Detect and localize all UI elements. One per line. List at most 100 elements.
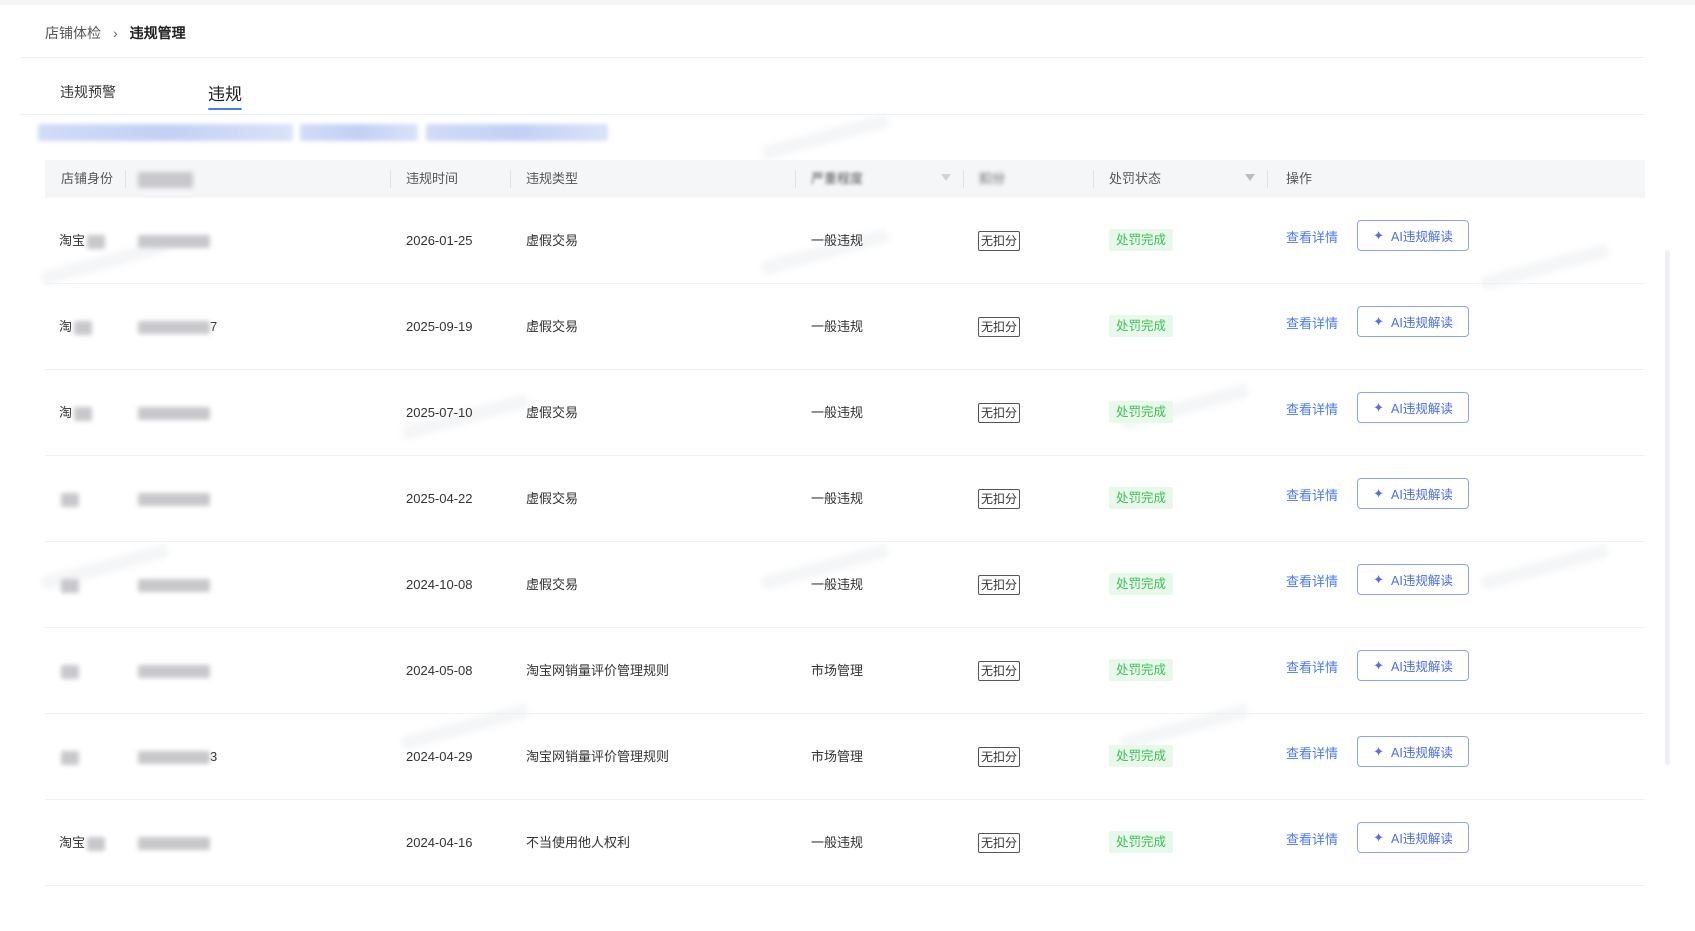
filter-icon[interactable] <box>941 174 951 181</box>
deduction-tag: 无扣分 <box>978 231 1021 251</box>
ai-button-label: AI违规解读 <box>1391 230 1453 244</box>
violation-time: 2025-09-19 <box>406 319 473 334</box>
shop-id <box>138 456 210 541</box>
severity: 一般违规 <box>811 835 864 850</box>
col-penalty-status: 处罚状态 <box>1109 171 1162 186</box>
sparkle-icon: ✦ <box>1373 227 1385 243</box>
shop-id: 3 <box>138 714 217 799</box>
ai-interpret-button[interactable]: ✦ AI违规解读 <box>1357 478 1469 509</box>
redacted-text <box>300 124 418 141</box>
tab-violation-warning[interactable]: 违规预警 <box>60 82 116 102</box>
ai-button-label: AI违规解读 <box>1391 488 1453 502</box>
status-badge: 处罚完成 <box>1109 401 1174 423</box>
shop-platform: 淘宝 <box>59 233 86 248</box>
col-shop-identity: 店铺身份 <box>61 171 114 186</box>
page-scrollbar[interactable] <box>1665 250 1670 765</box>
violation-time: 2024-04-16 <box>406 835 473 850</box>
ai-interpret-button[interactable]: ✦ AI违规解读 <box>1357 736 1469 767</box>
ai-interpret-button[interactable]: ✦ AI违规解读 <box>1357 822 1469 853</box>
status-badge: 处罚完成 <box>1109 229 1174 251</box>
sparkle-icon: ✦ <box>1373 743 1385 759</box>
table-row: 淘 7 2025-09-19 虚假交易 一般违规 无扣分 处罚完成 查看详情 ✦… <box>45 284 1645 370</box>
column-divider <box>125 170 126 188</box>
status-badge: 处罚完成 <box>1109 487 1174 509</box>
ai-button-label: AI违规解读 <box>1391 574 1453 588</box>
shop-identity <box>59 542 79 627</box>
shop-id <box>138 800 210 885</box>
violation-type: 虚假交易 <box>526 577 579 592</box>
status-badge: 处罚完成 <box>1109 745 1174 767</box>
view-detail-link[interactable]: 查看详情 <box>1286 714 1338 799</box>
view-detail-link[interactable]: 查看详情 <box>1286 800 1338 885</box>
ai-button-label: AI违规解读 <box>1391 660 1453 674</box>
status-badge: 处罚完成 <box>1109 573 1174 595</box>
table-row: 2025-04-22 虚假交易 一般违规 无扣分 处罚完成 查看详情 ✦ AI违… <box>45 456 1645 542</box>
table-row: 2024-05-08 淘宝网销量评价管理规则 市场管理 无扣分 处罚完成 查看详… <box>45 628 1645 714</box>
sparkle-icon: ✦ <box>1373 313 1385 329</box>
violation-time: 2024-04-29 <box>406 749 473 764</box>
view-detail-link[interactable]: 查看详情 <box>1286 198 1338 283</box>
view-detail-link[interactable]: 查看详情 <box>1286 456 1338 541</box>
col-redacted <box>138 160 193 198</box>
view-detail-link[interactable]: 查看详情 <box>1286 542 1338 627</box>
violation-time: 2026-01-25 <box>406 233 473 248</box>
breadcrumb-parent[interactable]: 店铺体检 <box>45 23 101 43</box>
shop-platform: 淘宝 <box>59 835 86 850</box>
view-detail-link[interactable]: 查看详情 <box>1286 628 1338 713</box>
tab-label: 违规预警 <box>60 84 116 100</box>
deduction-tag: 无扣分 <box>978 317 1021 337</box>
view-detail-link[interactable]: 查看详情 <box>1286 370 1338 455</box>
violation-type: 虚假交易 <box>526 491 579 506</box>
severity: 一般违规 <box>811 405 864 420</box>
col-violation-time: 违规时间 <box>406 171 459 186</box>
ai-interpret-button[interactable]: ✦ AI违规解读 <box>1357 220 1469 251</box>
breadcrumb-current: 违规管理 <box>129 25 186 41</box>
shop-platform: 淘 <box>59 319 73 334</box>
ai-interpret-button[interactable]: ✦ AI违规解读 <box>1357 564 1469 595</box>
violation-time: 2024-05-08 <box>406 663 473 678</box>
column-divider <box>795 170 796 188</box>
ai-interpret-button[interactable]: ✦ AI违规解读 <box>1357 650 1469 681</box>
table-row: 3 2024-04-29 淘宝网销量评价管理规则 市场管理 无扣分 处罚完成 查… <box>45 714 1645 800</box>
sparkle-icon: ✦ <box>1373 571 1385 587</box>
severity: 市场管理 <box>811 749 864 764</box>
deduction-tag: 无扣分 <box>978 575 1021 595</box>
top-edge <box>0 0 1695 5</box>
violation-time: 2025-04-22 <box>406 491 473 506</box>
deduction-tag: 无扣分 <box>978 489 1021 509</box>
shop-id <box>138 542 210 627</box>
shop-identity: 淘宝 <box>59 800 106 885</box>
col-violation-type: 违规类型 <box>526 171 579 186</box>
shop-identity <box>59 714 79 799</box>
shop-identity <box>59 628 79 713</box>
ai-button-label: AI违规解读 <box>1391 832 1453 846</box>
deduction-tag: 无扣分 <box>978 833 1021 853</box>
col-deduction: 扣分 <box>979 171 1006 186</box>
ai-interpret-button[interactable]: ✦ AI违规解读 <box>1357 392 1469 423</box>
tab-violation[interactable]: 违规 <box>208 80 242 110</box>
severity: 一般违规 <box>811 491 864 506</box>
breadcrumb-separator-icon: › <box>113 25 118 41</box>
shop-id <box>138 628 210 713</box>
table-row: 淘宝 2026-01-25 虚假交易 一般违规 无扣分 处罚完成 查看详情 ✦ … <box>45 198 1645 284</box>
view-detail-link[interactable]: 查看详情 <box>1286 284 1338 369</box>
ai-interpret-button[interactable]: ✦ AI违规解读 <box>1357 306 1469 337</box>
shop-id-suffix: 3 <box>210 749 218 764</box>
table-row: 淘 2025-07-10 虚假交易 一般违规 无扣分 处罚完成 查看详情 ✦ A… <box>45 370 1645 456</box>
ai-button-label: AI违规解读 <box>1391 402 1453 416</box>
filter-icon[interactable] <box>1245 174 1255 181</box>
tab-bar: 违规预警 违规 <box>20 58 1645 115</box>
violation-type: 虚假交易 <box>526 319 579 334</box>
deduction-tag: 无扣分 <box>978 747 1021 767</box>
status-badge: 处罚完成 <box>1109 659 1174 681</box>
redacted-text <box>426 124 608 141</box>
active-tab-indicator <box>208 108 242 110</box>
violation-time: 2024-10-08 <box>406 577 473 592</box>
sparkle-icon: ✦ <box>1373 485 1385 501</box>
severity: 一般违规 <box>811 577 864 592</box>
ai-button-label: AI违规解读 <box>1391 746 1453 760</box>
column-divider <box>1093 170 1094 188</box>
table-header: 店铺身份 违规时间 违规类型 严重程度 扣分 处罚状态 操作 <box>45 160 1645 198</box>
ai-button-label: AI违规解读 <box>1391 316 1453 330</box>
shop-identity <box>59 456 79 541</box>
